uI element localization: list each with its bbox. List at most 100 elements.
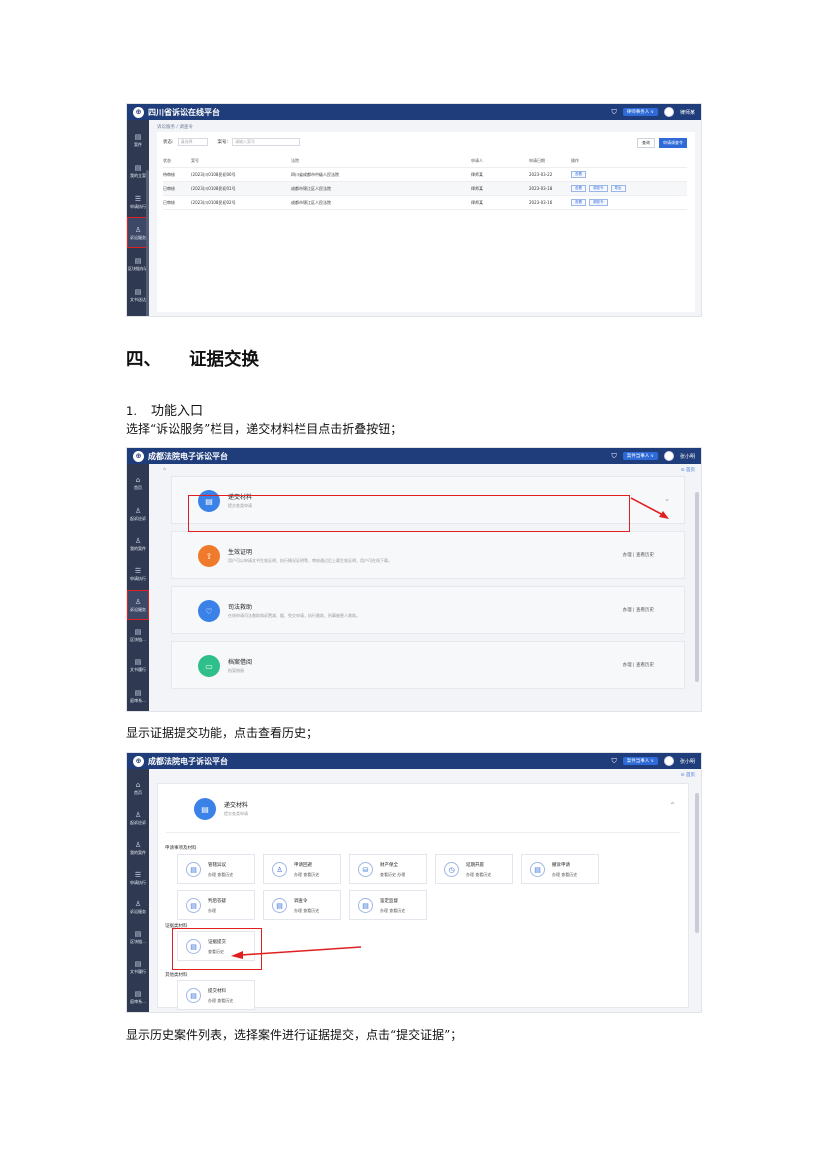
sidebar-item-label: 诉讼服务 bbox=[130, 606, 146, 612]
app-title: 四川省诉讼在线平台 bbox=[148, 107, 220, 117]
cell-case: (2023)川0108民初01号 bbox=[191, 185, 236, 191]
nav-icon: ♙ bbox=[134, 225, 142, 234]
sidebar-item-label: 庭审系... bbox=[130, 697, 146, 703]
nav-icon: ♙ bbox=[134, 506, 142, 515]
nav-icon: ♙ bbox=[134, 597, 142, 606]
case-number-input[interactable]: 请输入案号 bbox=[232, 138, 301, 146]
shield-icon[interactable]: ⛉ bbox=[612, 108, 617, 117]
table-header: 状态 案号 法院 申请人 申请日期 操作 bbox=[163, 154, 687, 168]
card-actions[interactable]: 办理 | 查看历史 bbox=[623, 607, 654, 613]
collapse-chevron-icon[interactable]: ⌃ bbox=[669, 801, 676, 810]
document-icon: ▤ bbox=[186, 988, 201, 1003]
row-action-button[interactable]: 调查令 bbox=[589, 185, 608, 192]
column-header: 法院 bbox=[291, 157, 299, 163]
application-tile[interactable]: ▤ 撤诉申请 办理 查看历史 bbox=[521, 854, 599, 884]
sidebar-item[interactable]: ♙ 诉讼服务 bbox=[127, 589, 149, 620]
application-tile[interactable]: ▤ 判后答疑 办理 bbox=[177, 890, 255, 920]
content-scrollbar[interactable] bbox=[695, 793, 699, 933]
sidebar-item-label: 区块链存证 bbox=[128, 265, 148, 271]
tile-title: 提交材料 bbox=[208, 989, 226, 994]
application-tile[interactable]: ♙ 申请回避 办理 查看历史 bbox=[263, 854, 341, 884]
avatar[interactable] bbox=[663, 451, 674, 461]
table-row: 待审核 (2023)川0108民初00号 四川省成都市中级人民法院 律师某 2023-0… bbox=[163, 168, 687, 182]
shield-icon[interactable]: ⛉ bbox=[612, 452, 617, 461]
sidebar-item[interactable]: ♙ 诉讼服务 bbox=[127, 893, 149, 923]
card-actions[interactable]: 办理 | 查看历史 bbox=[623, 662, 654, 668]
sidebar-item[interactable]: ☰ 申请执行 bbox=[127, 863, 149, 893]
row-action-button[interactable]: 查看 bbox=[571, 199, 586, 206]
home-link[interactable]: ⊙ 首页 bbox=[681, 467, 695, 473]
sidebar-item[interactable]: ▤ 庭审系... bbox=[127, 982, 149, 1012]
sidebar-item[interactable]: ▤ 区块链... bbox=[127, 620, 149, 650]
sidebar-item-label: 文书履行 bbox=[130, 667, 146, 673]
cell-status: 已审核 bbox=[163, 185, 175, 191]
sidebar-item-label: 我的立案 bbox=[130, 172, 146, 178]
breadcrumb: 诉讼服务 / 调查令 bbox=[157, 125, 193, 130]
application-tile[interactable]: ▤ 调查令 办理 查看历史 bbox=[263, 890, 341, 920]
application-tile[interactable]: ⛁ 财产保全查看历史 办理 bbox=[349, 854, 427, 884]
sidebar: ⌂ 首页 ♙ 起诉应诉 ♙ 我的案件 ☰ 申请执行 ♙ 诉讼服务 ▤ 区块链... ▤ 文书履行 ▤ 庭审系.… bbox=[127, 769, 149, 1012]
row-action-button[interactable]: 查看 bbox=[571, 171, 586, 178]
row-action-button[interactable]: 查看 bbox=[571, 185, 586, 192]
sidebar-item[interactable]: ⌂ 首页 bbox=[127, 468, 149, 498]
query-button[interactable]: 查询 bbox=[637, 138, 655, 148]
role-select[interactable]: 案件当事人 ∨ bbox=[622, 452, 658, 460]
sidebar-item[interactable]: ☰ 申请执行 bbox=[127, 559, 149, 589]
sidebar-item[interactable]: ♙ 起诉应诉 bbox=[127, 498, 149, 528]
tile-actions[interactable]: 办理 查看历史 bbox=[466, 872, 491, 878]
list-panel: 状态: 请选择 案号: 请输入案号 查询 申请调查令 状态 案号 法院 申请人 申请日期… bbox=[157, 132, 695, 312]
tile-actions[interactable]: 办理 查看历史 bbox=[380, 908, 405, 914]
service-card[interactable]: ▭ 档案借阅 档案借阅 办理 | 查看历史 bbox=[171, 641, 685, 689]
tile-actions[interactable]: 办理 查看历史 bbox=[294, 908, 319, 914]
application-tile[interactable]: ▤ 鉴定监督 办理 查看历史 bbox=[349, 890, 427, 920]
sidebar-item-label: 我的案件 bbox=[130, 545, 146, 551]
user-name: 张小明 bbox=[679, 453, 695, 460]
role-select[interactable]: 律师事务人 ∨ bbox=[622, 108, 658, 116]
home-link[interactable]: ⊙ 首页 bbox=[681, 772, 695, 778]
status-select[interactable]: 请选择 bbox=[177, 138, 208, 146]
court-logo-icon: ⊕ bbox=[133, 755, 144, 767]
section-title: 证据交换 bbox=[189, 350, 259, 370]
cell-applicant: 律师某 bbox=[471, 199, 483, 205]
apply-order-button[interactable]: 申请调查令 bbox=[659, 138, 687, 148]
tile-submit-material[interactable]: ▤ 提交材料 办理 查看历史 bbox=[177, 980, 255, 1010]
role-select[interactable]: 案件当事人 ∨ bbox=[622, 757, 658, 765]
application-tile[interactable]: ▤ 管辖异议 办理 查看历史 bbox=[177, 854, 255, 884]
annotation-arrow bbox=[231, 946, 362, 959]
service-card[interactable]: ♡ 司法救助 在线申请司法救助和诉费减、缓、免交申请，执行救助、刑事被害人救助。 办理… bbox=[171, 586, 685, 634]
nav-icon: ▤ bbox=[134, 990, 142, 999]
home-icon[interactable]: ⌂ bbox=[163, 467, 166, 472]
tile-actions[interactable]: 办理 查看历史 bbox=[294, 872, 319, 878]
sidebar-item[interactable]: ▤ 文书履行 bbox=[127, 952, 149, 982]
avatar[interactable] bbox=[663, 107, 674, 117]
sidebar-item[interactable]: ⌂ 首页 bbox=[127, 773, 149, 803]
tile-title: 财产保全 bbox=[380, 863, 398, 868]
main-content: ⊙ 首页 ▤ 递交材料 提交各类申请 ⌃ 申请事项及材料 ▤ 管辖异议 办理 查看历… bbox=[149, 769, 701, 1012]
tile-actions[interactable]: 办理 bbox=[208, 908, 216, 914]
avatar[interactable] bbox=[663, 756, 674, 766]
sidebar-item[interactable]: ▤ 庭审系... bbox=[127, 681, 149, 711]
sidebar-item[interactable]: ▤ 案件 bbox=[127, 124, 149, 155]
tile-icon: ◷ bbox=[444, 862, 459, 877]
sidebar-item[interactable]: ♙ 我的案件 bbox=[127, 833, 149, 863]
row-action-button[interactable]: 导出 bbox=[610, 185, 626, 192]
tile-icon: ⛁ bbox=[358, 862, 373, 877]
sidebar-item[interactable]: ♙ 我的案件 bbox=[127, 529, 149, 559]
tile-actions[interactable]: 办理 查看历史 bbox=[208, 998, 233, 1004]
sidebar-item[interactable]: ▤ 区块链... bbox=[127, 922, 149, 952]
tile-actions[interactable]: 查看历史 办理 bbox=[380, 872, 405, 878]
card-actions[interactable]: 办理 | 查看历史 bbox=[623, 552, 654, 558]
nav-icon: ▤ bbox=[134, 287, 142, 296]
card-desc: 档案借阅 bbox=[228, 668, 244, 673]
tile-actions[interactable]: 办理 查看历史 bbox=[208, 872, 233, 878]
service-card[interactable]: ⇧ 生效证明 用户可以申请文书生效证明、执行情况证明等，审核通过后上载生效证明，用户… bbox=[171, 531, 685, 579]
application-tile[interactable]: ◷ 延期开庭 办理 查看历史 bbox=[435, 854, 513, 884]
sidebar-item[interactable]: ♙ 起诉应诉 bbox=[127, 803, 149, 833]
shield-icon[interactable]: ⛉ bbox=[612, 757, 617, 766]
sidebar-item[interactable]: ▤ 文书履行 bbox=[127, 650, 149, 680]
row-action-button[interactable]: 调查令 bbox=[589, 199, 608, 206]
row-actions: 查看 bbox=[571, 171, 651, 178]
tile-actions[interactable]: 办理 查看历史 bbox=[552, 872, 577, 878]
content-scrollbar[interactable] bbox=[695, 492, 699, 682]
sidebar-item-label: 我的案件 bbox=[130, 849, 146, 855]
